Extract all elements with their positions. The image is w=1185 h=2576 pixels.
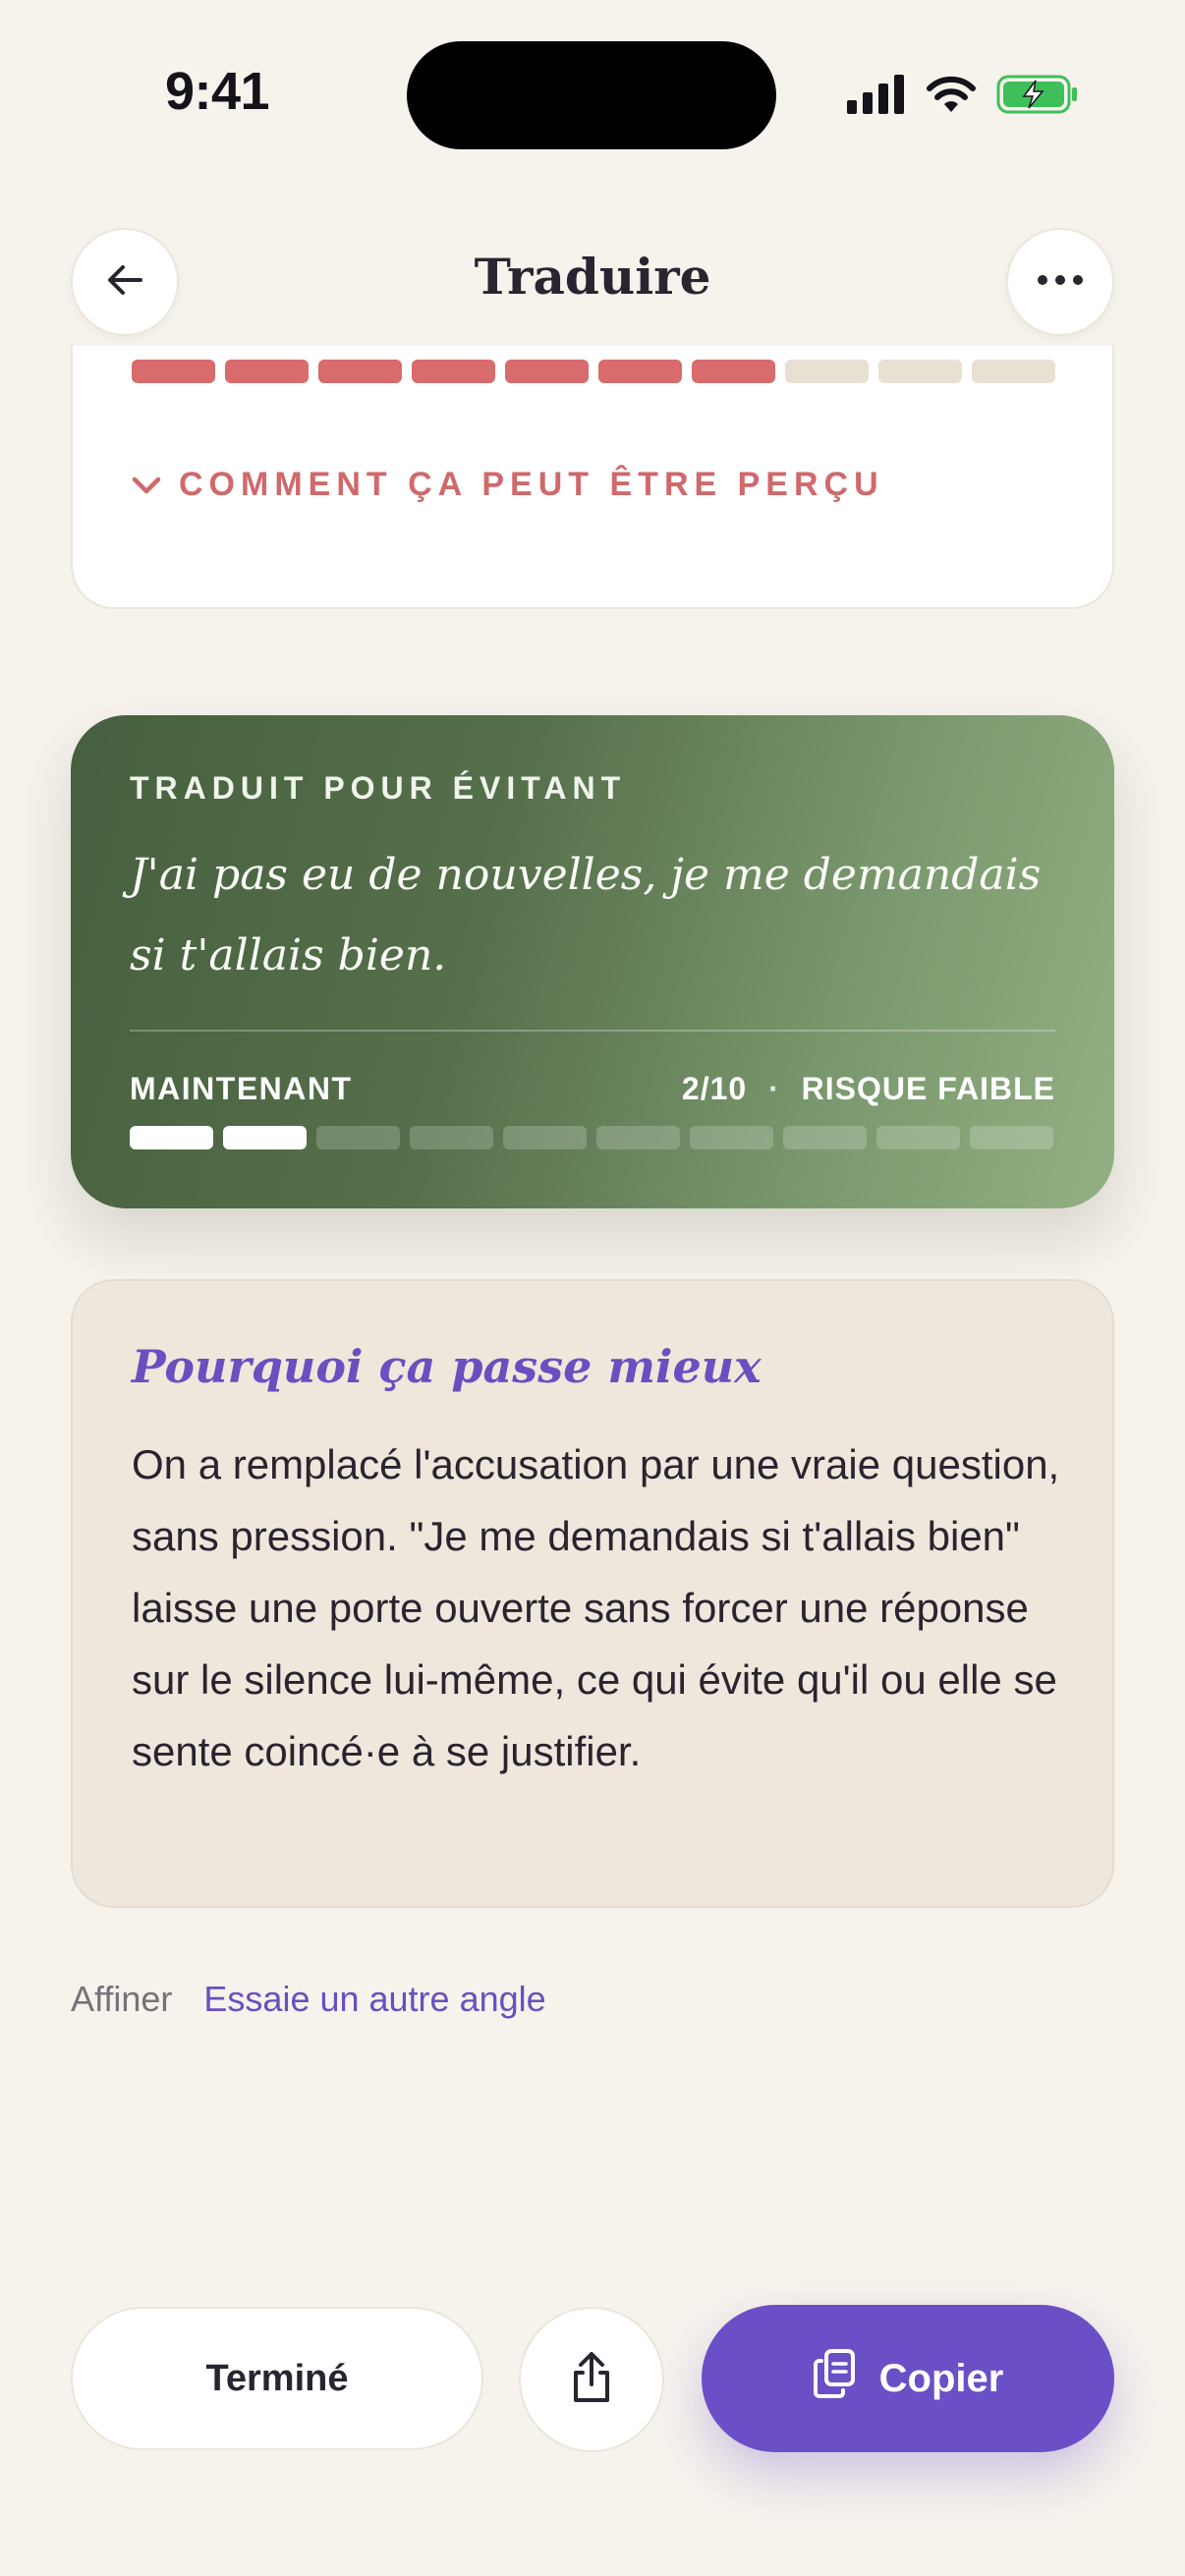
meter-segment-empty	[876, 1126, 960, 1149]
refine-label: Affiner	[71, 1979, 173, 2019]
refine-row: Affiner Essaie un autre angle	[71, 1979, 546, 2020]
meter-segment-filled	[130, 1126, 213, 1149]
translated-message: J'ai pas eu de nouvelles, je me demandai…	[130, 850, 1042, 980]
meter-segment-filled	[132, 360, 215, 383]
meter-segment-filled	[318, 360, 402, 383]
done-button[interactable]: Terminé	[71, 2307, 483, 2450]
meter-segment-empty	[316, 1126, 400, 1149]
risk-label: RISQUE FAIBLE	[801, 1071, 1055, 1106]
meter-segment-filled	[225, 360, 309, 383]
previous-message-card: COMMENT ÇA PEUT ÊTRE PERÇU	[71, 346, 1114, 609]
meter-segment-filled	[692, 360, 775, 383]
explanation-card: Pourquoi ça passe mieux On a remplacé l'…	[71, 1279, 1114, 1908]
meter-segment-empty	[596, 1126, 680, 1149]
status-time: 9:41	[165, 62, 270, 121]
meter-segment-empty	[783, 1126, 867, 1149]
translation-label: TRADUIT POUR ÉVITANT	[130, 770, 627, 806]
explanation-body: On a remplacé l'accusation par une vraie…	[132, 1441, 1060, 1774]
perception-toggle[interactable]: COMMENT ÇA PEUT ÊTRE PERÇU	[132, 466, 884, 504]
copy-icon	[813, 2348, 856, 2409]
meter-segment-empty	[503, 1126, 587, 1149]
share-button[interactable]	[519, 2307, 664, 2452]
copy-button-label: Copier	[878, 2356, 1004, 2400]
share-icon	[568, 2351, 615, 2409]
dynamic-island	[407, 41, 776, 149]
now-label: MAINTENANT	[130, 1071, 353, 1106]
meter-segment-empty	[690, 1126, 773, 1149]
copy-button[interactable]: Copier	[702, 2305, 1114, 2452]
risk-meter	[130, 1126, 1053, 1149]
meter-segment-filled	[412, 360, 495, 383]
risk-separator: ·	[768, 1071, 780, 1106]
chevron-down-icon	[132, 466, 161, 504]
meter-segment-empty	[878, 360, 962, 383]
perception-toggle-label: COMMENT ÇA PEUT ÊTRE PERÇU	[179, 466, 884, 503]
try-another-angle-link[interactable]: Essaie un autre angle	[203, 1979, 545, 2020]
more-horizontal-icon	[1037, 273, 1084, 291]
meter-segment-filled	[505, 360, 589, 383]
wifi-icon	[926, 75, 977, 119]
more-options-button[interactable]	[1006, 228, 1114, 336]
done-button-label: Terminé	[205, 2357, 349, 2399]
risk-score: 2/10	[681, 1071, 748, 1106]
divider	[130, 1030, 1055, 1032]
meter-segment-filled	[598, 360, 682, 383]
status-icons	[847, 73, 1079, 120]
translate-screen: 9:41 Traduire COMMENT ÇA PEUT ÊTRE PERÇU…	[0, 0, 1185, 2576]
meter-segment-empty	[972, 360, 1055, 383]
translation-card: TRADUIT POUR ÉVITANT J'ai pas eu de nouv…	[71, 715, 1114, 1208]
meter-segment-empty	[785, 360, 869, 383]
risk-summary: 2/10 · RISQUE FAIBLE	[682, 1071, 1055, 1107]
risk-meter	[132, 360, 1055, 383]
battery-charging-icon	[996, 73, 1079, 121]
signal-icon	[847, 74, 906, 119]
explanation-title: Pourquoi ça passe mieux	[132, 1340, 762, 1393]
meter-segment-filled	[223, 1126, 307, 1149]
meter-segment-empty	[970, 1126, 1053, 1149]
meter-segment-empty	[410, 1126, 493, 1149]
